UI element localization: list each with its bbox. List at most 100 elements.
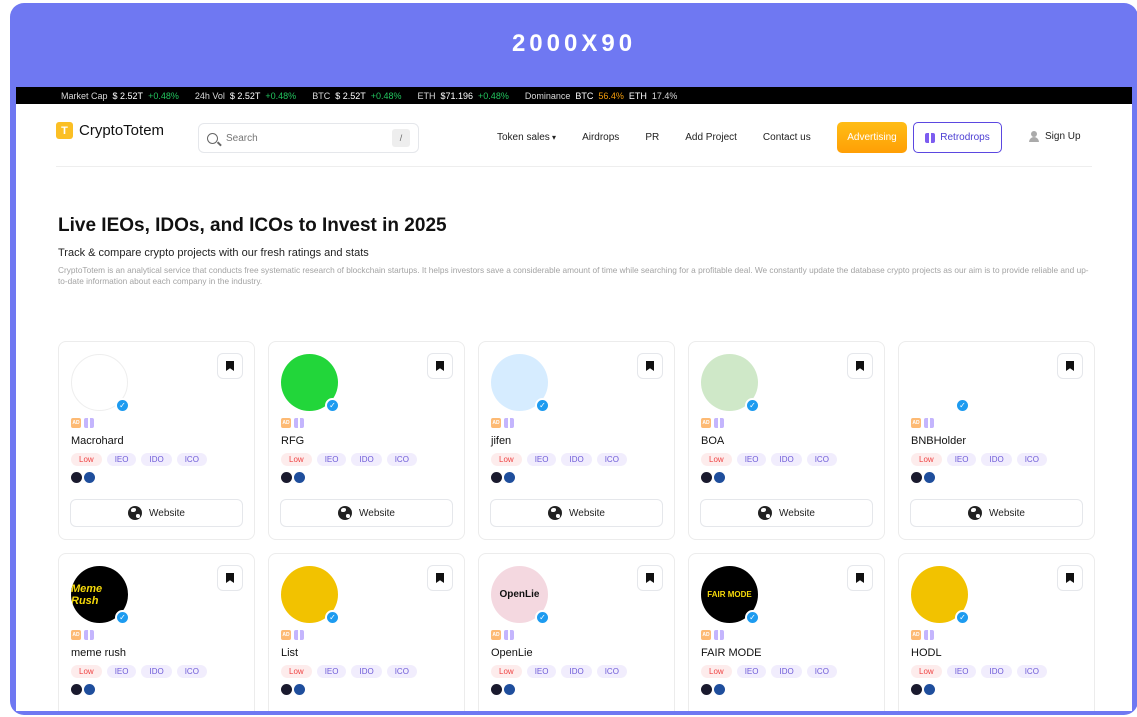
project-card[interactable]: OpenLie ✓ AD OpenLie Low IEO IDO ICO Web… <box>478 553 675 711</box>
menu-add-project[interactable]: Add Project <box>685 132 737 143</box>
ad-badge: AD <box>911 418 921 428</box>
platform-icon <box>84 684 95 695</box>
project-name[interactable]: List <box>281 647 452 659</box>
project-name[interactable]: meme rush <box>71 647 242 659</box>
project-name[interactable]: Macrohard <box>71 435 242 447</box>
menu-pr[interactable]: PR <box>645 132 659 143</box>
project-name[interactable]: jifen <box>491 435 662 447</box>
project-name[interactable]: RFG <box>281 435 452 447</box>
bookmark-button[interactable] <box>637 565 663 591</box>
gift-badge-icon <box>714 418 724 428</box>
bookmark-button[interactable] <box>427 565 453 591</box>
platform-icon <box>517 473 531 482</box>
ticker-market-cap-label: Market Cap <box>61 90 108 101</box>
project-card[interactable]: ✓ AD BOA Low IEO IDO ICO Website <box>688 341 885 540</box>
bookmark-button[interactable] <box>637 353 663 379</box>
risk-badge: Low <box>911 665 942 678</box>
page-title: Live IEOs, IDOs, and ICOs to Invest in 2… <box>58 215 447 236</box>
sign-up-button[interactable]: Sign Up <box>1029 131 1081 142</box>
project-card[interactable]: ✓ AD jifen Low IEO IDO ICO Website <box>478 341 675 540</box>
verified-icon: ✓ <box>325 610 340 625</box>
bookmark-button[interactable] <box>427 353 453 379</box>
platform-icon <box>281 684 292 695</box>
project-card[interactable]: ✓ AD BNBHolder Low IEO IDO ICO Website <box>898 341 1095 540</box>
website-button[interactable]: Website <box>910 499 1083 527</box>
project-avatar[interactable]: ✓ <box>71 354 130 413</box>
project-tags: Low IEO IDO ICO <box>491 453 662 466</box>
retrodrops-button[interactable]: Retrodrops <box>913 122 1002 153</box>
bookmark-button[interactable] <box>847 353 873 379</box>
website-button[interactable]: Website <box>70 499 243 527</box>
project-card[interactable]: FAIR MODE ✓ AD FAIR MODE Low IEO IDO ICO… <box>688 553 885 711</box>
project-logo-text: FAIR MODE <box>707 590 752 599</box>
platform-icon <box>504 472 515 483</box>
verified-icon: ✓ <box>325 398 340 413</box>
project-avatar[interactable]: ✓ <box>491 354 550 413</box>
promo-badges: AD <box>491 630 662 640</box>
risk-badge: Low <box>701 453 732 466</box>
search-box[interactable]: / <box>198 123 419 153</box>
retrodrops-label: Retrodrops <box>940 132 990 143</box>
project-avatar[interactable]: Meme Rush ✓ <box>71 566 130 625</box>
type-badge-ieo: IEO <box>736 453 767 466</box>
risk-badge: Low <box>491 665 522 678</box>
project-card[interactable]: ✓ AD HODL Low IEO IDO ICO Website <box>898 553 1095 711</box>
globe-icon <box>968 506 983 520</box>
advertising-button[interactable]: Advertising <box>837 122 907 153</box>
website-label: Website <box>989 507 1025 519</box>
platform-icon <box>911 472 922 483</box>
verified-icon: ✓ <box>535 610 550 625</box>
type-badge-ido: IDO <box>141 665 172 678</box>
menu-airdrops[interactable]: Airdrops <box>582 132 619 143</box>
bookmark-icon <box>646 573 654 583</box>
bookmark-button[interactable] <box>217 353 243 379</box>
project-card[interactable]: ✓ AD List Low IEO IDO ICO Website <box>268 553 465 711</box>
project-name[interactable]: BOA <box>701 435 872 447</box>
project-avatar[interactable]: ✓ <box>911 354 970 413</box>
project-card[interactable]: ✓ AD Macrohard Low IEO IDO ICO Website <box>58 341 255 540</box>
promo-badges: AD <box>281 418 452 428</box>
type-badge-ico: ICO <box>386 665 417 678</box>
platform-icons <box>701 684 872 695</box>
page-subtitle: Track & compare crypto projects with our… <box>58 247 369 259</box>
platform-icon <box>714 684 725 695</box>
website-button[interactable]: Website <box>280 499 453 527</box>
type-badge-ieo: IEO <box>736 665 767 678</box>
project-avatar[interactable]: ✓ <box>701 354 760 413</box>
search-input[interactable] <box>226 132 392 144</box>
website-button[interactable]: Website <box>490 499 663 527</box>
bookmark-button[interactable] <box>1057 353 1083 379</box>
type-badge-ico: ICO <box>596 665 627 678</box>
bookmark-button[interactable] <box>1057 565 1083 591</box>
logo[interactable]: T CryptoTotem <box>56 122 164 139</box>
ticker-eth-label: ETH <box>417 90 436 101</box>
bookmark-button[interactable] <box>217 565 243 591</box>
project-avatar[interactable]: OpenLie ✓ <box>491 566 550 625</box>
platform-icon <box>71 472 82 483</box>
gift-badge-icon <box>924 418 934 428</box>
project-avatar[interactable]: ✓ <box>911 566 970 625</box>
market-ticker: Market Cap $ 2.52T +0.48% 24h Vol $ 2.52… <box>16 87 1132 104</box>
project-name[interactable]: OpenLie <box>491 647 662 659</box>
menu-contact-us[interactable]: Contact us <box>763 132 811 143</box>
menu-token-sales[interactable]: Token sales <box>497 132 556 143</box>
type-badge-ido: IDO <box>771 453 802 466</box>
verified-icon: ✓ <box>745 610 760 625</box>
platform-icons <box>911 684 1082 695</box>
ticker-eth-value: $71.196 <box>440 90 474 101</box>
project-name[interactable]: FAIR MODE <box>701 647 872 659</box>
project-card[interactable]: ✓ AD RFG Low IEO IDO ICO Website <box>268 341 465 540</box>
project-avatar[interactable]: ✓ <box>281 566 340 625</box>
bookmark-button[interactable] <box>847 565 873 591</box>
project-avatar[interactable]: FAIR MODE ✓ <box>701 566 760 625</box>
project-avatar[interactable]: ✓ <box>281 354 340 413</box>
ad-badge: AD <box>701 630 711 640</box>
project-card[interactable]: Meme Rush ✓ AD meme rush Low IEO IDO ICO… <box>58 553 255 711</box>
page-viewport: Market Cap $ 2.52T +0.48% 24h Vol $ 2.52… <box>16 87 1132 711</box>
project-name[interactable]: BNBHolder <box>911 435 1082 447</box>
website-button[interactable]: Website <box>700 499 873 527</box>
project-name[interactable]: HODL <box>911 647 1082 659</box>
type-badge-ido: IDO <box>351 665 382 678</box>
ad-banner[interactable]: 2000X90 <box>10 3 1137 85</box>
platform-icon <box>924 684 935 695</box>
